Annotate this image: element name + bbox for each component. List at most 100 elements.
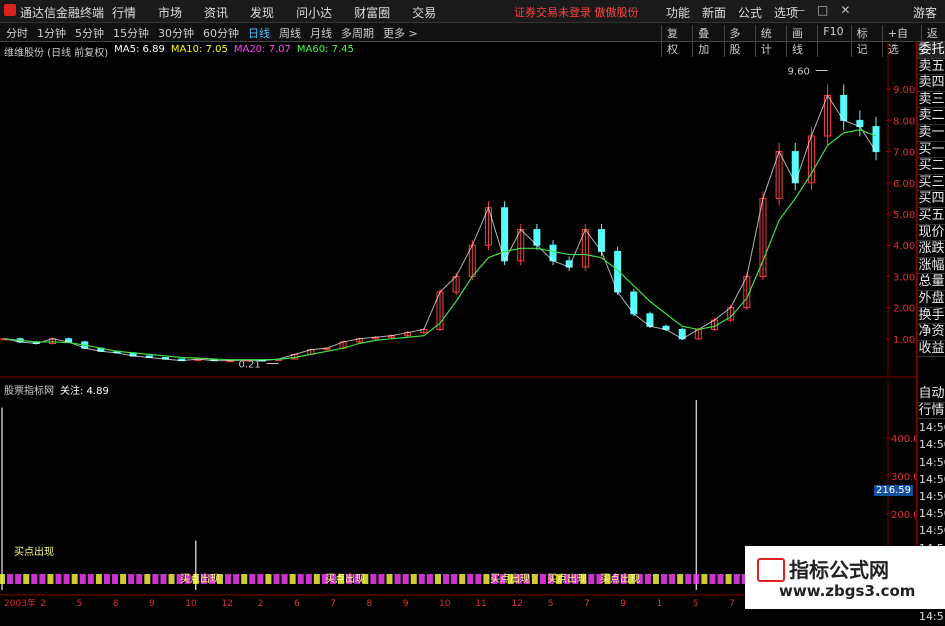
x-tick-label-10: 8: [367, 599, 373, 609]
signal-bar-47: [378, 574, 385, 584]
signal-bar-0: [0, 574, 5, 584]
main-ytick-label-5: 4.00: [893, 241, 915, 252]
signal-bar-9: [71, 574, 78, 584]
quote-tab-12[interactable]: 涨跌: [917, 241, 945, 258]
kline-chart-area[interactable]: 9.00 8.00 7.00 6.00 5.00 4.00 3.00 2.00 1.00 9.60…: [0, 0, 945, 609]
signal-bar-29: [233, 574, 240, 584]
signal-bar-17: [136, 574, 143, 584]
signal-bar-66: [531, 574, 538, 584]
tick-time-6: 14:50: [919, 524, 945, 538]
tick-time-2: 14:50: [919, 455, 945, 469]
signal-bar-46: [370, 574, 377, 584]
current-indicator-badge: 216.59: [874, 485, 913, 496]
x-tick-label-16: 7: [584, 599, 590, 609]
signal-bar-16: [128, 574, 135, 584]
signal-bar-52: [418, 574, 425, 584]
quote-tab-8[interactable]: 买三: [917, 175, 945, 192]
quote-tab-2[interactable]: 卖四: [917, 75, 945, 92]
signal-label-0: 买点出现: [14, 545, 54, 558]
signal-bar-87: [701, 574, 708, 584]
ma60-value: MA60: 7.45: [296, 44, 354, 55]
signal-bar-10: [79, 574, 86, 584]
tick-time-4: 14:50: [919, 490, 945, 503]
x-tick-label-15: 5: [548, 599, 554, 609]
signal-label-3: 买点出现: [490, 572, 530, 585]
x-tick-label-9: 7: [330, 599, 336, 609]
stock-title: 维维股份 (日线 前复权): [4, 48, 109, 59]
signal-bar-86: [693, 574, 700, 584]
signal-bar-12: [95, 574, 102, 584]
signal-bar-60: [483, 574, 490, 584]
quote-tab-7[interactable]: 买二: [917, 158, 945, 175]
quote-tab-14[interactable]: 总量: [917, 274, 945, 291]
x-tick-label-14: 12: [512, 599, 523, 609]
indicator-value: 关注: 4.89: [60, 386, 109, 397]
watermark-banner: 指标公式网 www.zbgs3.com: [745, 546, 945, 609]
quote-tab-17[interactable]: 净资: [917, 324, 945, 341]
signal-bar-50: [402, 574, 409, 584]
signal-bar-58: [467, 574, 474, 584]
signal-bar-35: [281, 574, 288, 584]
tick-time-0: 14:50: [919, 421, 945, 435]
quote-tab-18[interactable]: 收益: [917, 341, 945, 358]
watermark-url: www.zbgs3.com: [779, 582, 916, 600]
signal-bar-48: [386, 574, 393, 584]
signal-bar-90: [725, 574, 732, 584]
quote-tab-5[interactable]: 卖一: [917, 125, 945, 142]
main-ytick-label-6: 3.00: [893, 272, 915, 283]
signal-bar-73: [588, 574, 595, 584]
quote-tab-3[interactable]: 卖三: [917, 92, 945, 109]
tab-quote[interactable]: 行情: [917, 403, 945, 420]
quote-tab-4[interactable]: 卖二: [917, 108, 945, 125]
tick-time-1: 14:50: [919, 438, 945, 452]
tab-auto[interactable]: 自动: [917, 386, 945, 403]
tick-time-11: 14:5: [919, 610, 944, 624]
quote-tab-0[interactable]: 委托: [917, 42, 945, 59]
indicator-name: 股票指标网: [4, 386, 54, 397]
signal-bar-39: [313, 574, 320, 584]
main-ytick-label-2: 7.00: [893, 148, 915, 159]
signal-bar-7: [55, 574, 62, 584]
signal-bar-11: [87, 574, 94, 584]
signal-bar-20: [160, 574, 167, 584]
x-tick-label-4: 9: [149, 599, 155, 609]
tick-time-5: 14:50: [919, 507, 945, 521]
signal-bar-59: [475, 574, 482, 584]
signal-label-1: 买点出现: [180, 572, 220, 585]
signal-bar-14: [112, 574, 119, 584]
quote-tab-16[interactable]: 换手: [917, 308, 945, 325]
quote-tab-15[interactable]: 外盘: [917, 291, 945, 308]
signal-bar-33: [265, 574, 272, 584]
signal-bar-80: [644, 574, 651, 584]
main-ytick-label-7: 2.00: [893, 304, 915, 315]
annotation-label-0: 9.60: [788, 66, 810, 77]
quote-tab-13[interactable]: 涨幅: [917, 258, 945, 275]
x-tick-label-0: 2003年: [4, 597, 36, 609]
signal-bar-67: [539, 574, 546, 584]
main-ytick-label-1: 8.00: [893, 116, 915, 127]
watermark-logo-icon: [757, 558, 785, 582]
quote-tab-6[interactable]: 买一: [917, 142, 945, 159]
quote-tab-1[interactable]: 卖五: [917, 59, 945, 76]
signal-bar-5: [39, 574, 46, 584]
signal-bar-2: [15, 574, 22, 584]
signal-bar-36: [289, 574, 296, 584]
signal-bar-81: [652, 574, 659, 584]
quote-tab-9[interactable]: 买四: [917, 191, 945, 208]
x-tick-label-8: 6: [294, 599, 300, 609]
main-ytick-label-4: 5.00: [893, 210, 915, 221]
right-quote-panel: 委托 卖五 卖四 卖三 卖二 卖一 买一 买二 买三 买四 买五 现价 涨跌 涨幅 总量 外盘 换手 净资 收益 自…: [916, 42, 945, 623]
main-chart-info: 维维股份 (日线 前复权) MA5: 6.89 MA10: 7.05 MA20:…: [4, 44, 354, 59]
quote-tab-11[interactable]: 现价: [917, 225, 945, 242]
signal-bar-51: [410, 574, 417, 584]
ma5-value: MA5: 6.89: [114, 44, 165, 55]
signal-bar-91: [733, 574, 740, 584]
signal-bar-13: [103, 574, 110, 584]
quote-tab-10[interactable]: 买五: [917, 208, 945, 225]
signal-bar-37: [297, 574, 304, 584]
tick-time-3: 14:50: [919, 472, 945, 486]
signal-bar-89: [717, 574, 724, 584]
signal-bar-55: [443, 574, 450, 584]
x-tick-label-17: 9: [620, 599, 626, 609]
signal-bar-83: [669, 574, 676, 584]
